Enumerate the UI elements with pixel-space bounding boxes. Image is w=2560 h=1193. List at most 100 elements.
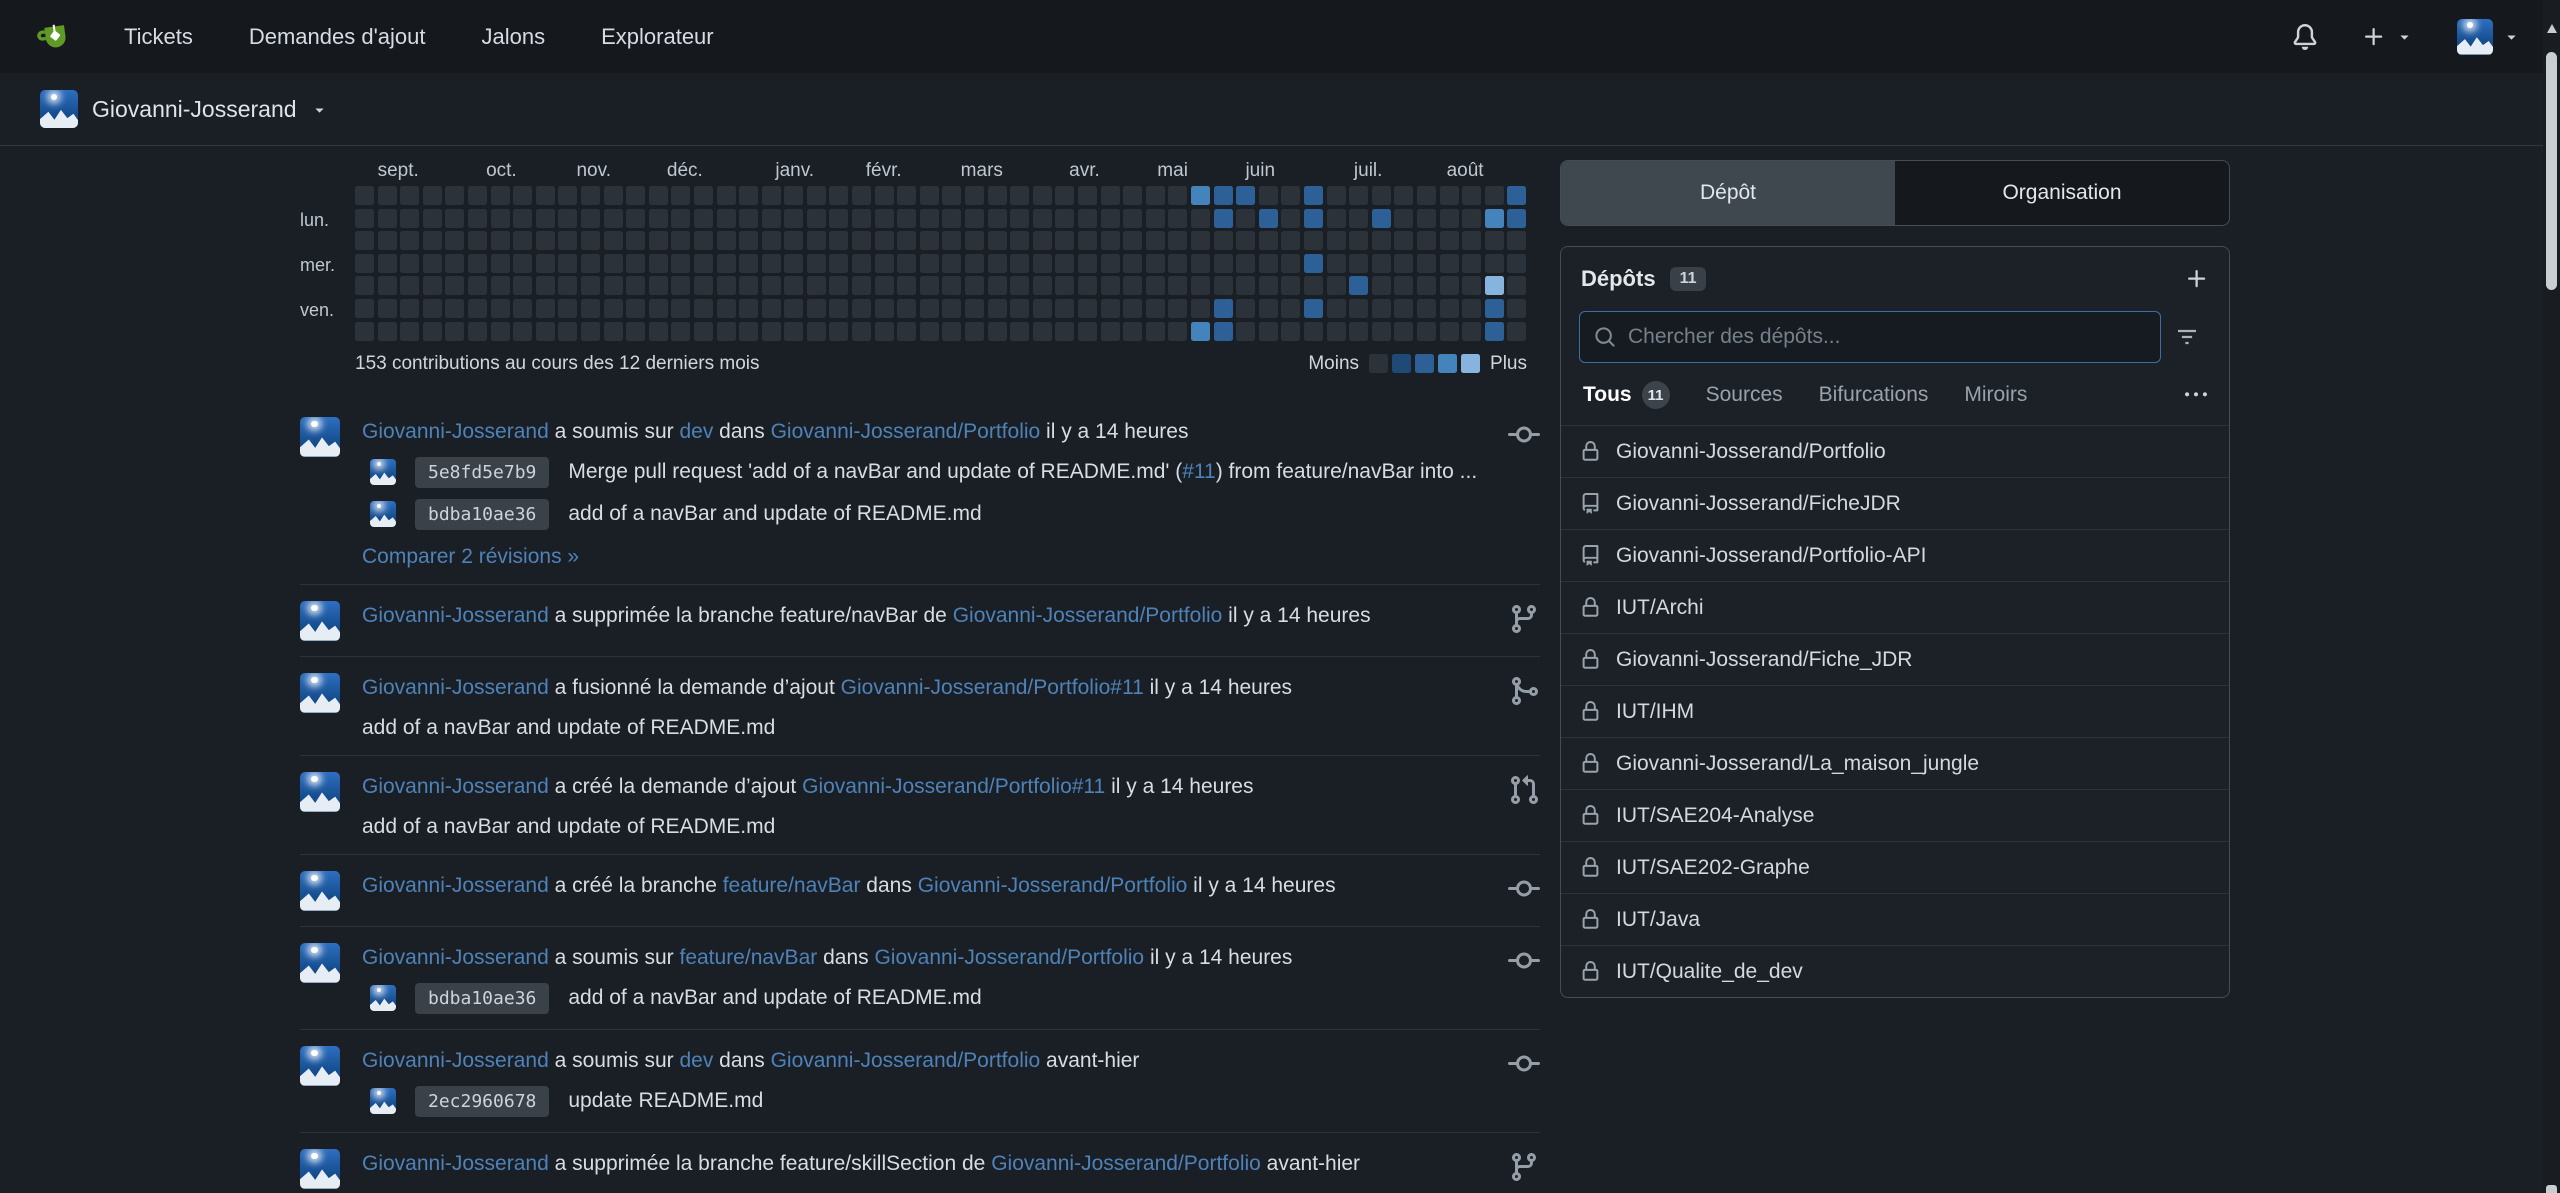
scrollbar-down-button[interactable] [2546, 1185, 2557, 1193]
heatmap-cell [762, 322, 781, 341]
notifications-button[interactable] [2292, 24, 2318, 50]
heatmap-cell [1327, 322, 1346, 341]
filter-tab-tous[interactable]: Tous11 [1583, 381, 1670, 409]
repo-name: Giovanni-Josserand/Portfolio [1616, 440, 1886, 464]
filter-tab-sources[interactable]: Sources [1706, 383, 1783, 407]
chevron-down-icon[interactable] [311, 101, 328, 118]
feed-link[interactable]: feature/navBar [679, 946, 817, 969]
repo-list-item[interactable]: IUT/Archi [1561, 581, 2229, 633]
more-filters-button[interactable] [2185, 384, 2207, 406]
feed-link[interactable]: Giovanni-Josserand/Portfolio [874, 946, 1144, 969]
heatmap-cell [445, 209, 464, 228]
repo-icon [1580, 545, 1601, 566]
scrollbar-up-arrow[interactable] [2547, 24, 2557, 33]
new-repo-button[interactable] [2185, 267, 2209, 291]
heatmap-cell [807, 186, 826, 205]
user-avatar[interactable] [300, 417, 340, 457]
content: sept.oct.nov.déc.janv.févr.marsavr.maiju… [0, 146, 2560, 1193]
legend-square [1438, 354, 1457, 373]
feed-link[interactable]: Giovanni-Josserand [362, 1049, 549, 1072]
feed-link[interactable]: Giovanni-Josserand [362, 1152, 549, 1175]
repo-list-item[interactable]: Giovanni-Josserand/Portfolio [1561, 425, 2229, 477]
heatmap-cell [965, 299, 984, 318]
feed-link[interactable]: Giovanni-Josserand [362, 676, 549, 699]
activity-feed: Giovanni-Josserand a soumis sur dev dans… [300, 401, 1540, 1193]
repo-list-item[interactable]: Giovanni-Josserand/La_maison_jungle [1561, 737, 2229, 789]
feed-link[interactable]: Giovanni-Josserand [362, 775, 549, 798]
filter-tab-bifurcations[interactable]: Bifurcations [1819, 383, 1929, 407]
feed-link[interactable]: feature/navBar [723, 874, 861, 897]
heatmap-cell [784, 299, 803, 318]
heatmap-cell [829, 254, 848, 273]
heatmap-cell [1440, 209, 1459, 228]
feed-link[interactable]: Giovanni-Josserand [362, 604, 549, 627]
heatmap-cell [1055, 209, 1074, 228]
feed-link[interactable]: Giovanni-Josserand/Portfolio [771, 1049, 1041, 1072]
feed-link[interactable]: Giovanni-Josserand/Portfolio#11 [841, 676, 1144, 699]
heatmap-cell [423, 186, 442, 205]
commit-hash-link[interactable]: bdba10ae36 [415, 983, 549, 1014]
feed-link[interactable]: #11 [1182, 460, 1215, 483]
feed-link[interactable]: Giovanni-Josserand/Portfolio [771, 420, 1041, 443]
filter-tab-miroirs[interactable]: Miroirs [1964, 383, 2027, 407]
tab-organisation[interactable]: Organisation [1895, 161, 2229, 225]
repo-search-input[interactable] [1628, 325, 2146, 349]
feed-link[interactable]: Giovanni-Josserand/Portfolio#11 [802, 775, 1105, 798]
feed-link[interactable]: Giovanni-Josserand [362, 420, 549, 443]
feed-text: dans [713, 1049, 770, 1072]
compare-revisions-link-text[interactable]: Comparer 2 révisions » [362, 545, 579, 568]
repo-list-item[interactable]: Giovanni-Josserand/FicheJDR [1561, 477, 2229, 529]
heatmap-cell [1214, 231, 1233, 250]
heatmap-cell [1440, 322, 1459, 341]
user-avatar[interactable] [300, 673, 340, 713]
user-avatar[interactable] [300, 772, 340, 812]
heatmap-cell [1372, 322, 1391, 341]
compare-revisions-link[interactable]: Comparer 2 révisions » [362, 545, 1490, 569]
nav-item-1[interactable]: Tickets [124, 24, 193, 50]
scrollbar-track[interactable] [2543, 0, 2560, 1193]
heatmap-cell [1055, 186, 1074, 205]
feed-link[interactable]: Giovanni-Josserand [362, 874, 549, 897]
user-avatar[interactable] [300, 1046, 340, 1086]
feed-link[interactable]: Giovanni-Josserand/Portfolio [918, 874, 1188, 897]
commit-hash-link[interactable]: 5e8fd5e7b9 [415, 457, 549, 488]
repo-list-item[interactable]: IUT/SAE202-Graphe [1561, 841, 2229, 893]
nav-item-2[interactable]: Demandes d'ajout [249, 24, 426, 50]
user-avatar[interactable] [300, 601, 340, 641]
heatmap-cell [1191, 254, 1210, 273]
feed-text: update README.md [568, 1089, 763, 1112]
context-username[interactable]: Giovanni-Josserand [92, 96, 297, 123]
heatmap-cell [1485, 209, 1504, 228]
repo-list-item[interactable]: IUT/IHM [1561, 685, 2229, 737]
feed-link[interactable]: Giovanni-Josserand/Portfolio [991, 1152, 1261, 1175]
feed-link[interactable]: Giovanni-Josserand/Portfolio [953, 604, 1223, 627]
commit-hash-link[interactable]: 2ec2960678 [415, 1086, 549, 1117]
user-avatar[interactable] [300, 871, 340, 911]
scrollbar-thumb[interactable] [2546, 52, 2557, 290]
repo-list-item[interactable]: Giovanni-Josserand/Fiche_JDR [1561, 633, 2229, 685]
user-avatar[interactable] [300, 943, 340, 983]
repo-filter-button[interactable] [2161, 311, 2213, 363]
repo-name: Giovanni-Josserand/Fiche_JDR [1616, 648, 1912, 672]
user-menu-dropdown[interactable] [2457, 19, 2520, 55]
user-avatar[interactable] [300, 1149, 340, 1189]
heatmap-cell [897, 186, 916, 205]
tab-dpt[interactable]: Dépôt [1561, 161, 1895, 225]
repo-list-item[interactable]: IUT/Qualite_de_dev [1561, 945, 2229, 997]
repo-list-item[interactable]: IUT/Java [1561, 893, 2229, 945]
feed-link[interactable]: dev [679, 420, 713, 443]
create-new-dropdown[interactable] [2362, 25, 2413, 49]
repo-list-item[interactable]: IUT/SAE204-Analyse [1561, 789, 2229, 841]
heatmap-cell [717, 254, 736, 273]
commit-hash-link[interactable]: bdba10ae36 [415, 499, 549, 530]
heatmap-cell [965, 231, 984, 250]
legend-square [1461, 354, 1480, 373]
repo-list-item[interactable]: Giovanni-Josserand/Portfolio-API [1561, 529, 2229, 581]
nav-item-3[interactable]: Jalons [482, 24, 546, 50]
heatmap-cell [875, 254, 894, 273]
gitea-logo[interactable] [34, 16, 76, 58]
feed-link[interactable]: dev [679, 1049, 713, 1072]
nav-item-4[interactable]: Explorateur [601, 24, 714, 50]
lock-icon [1580, 701, 1601, 722]
feed-link[interactable]: Giovanni-Josserand [362, 946, 549, 969]
